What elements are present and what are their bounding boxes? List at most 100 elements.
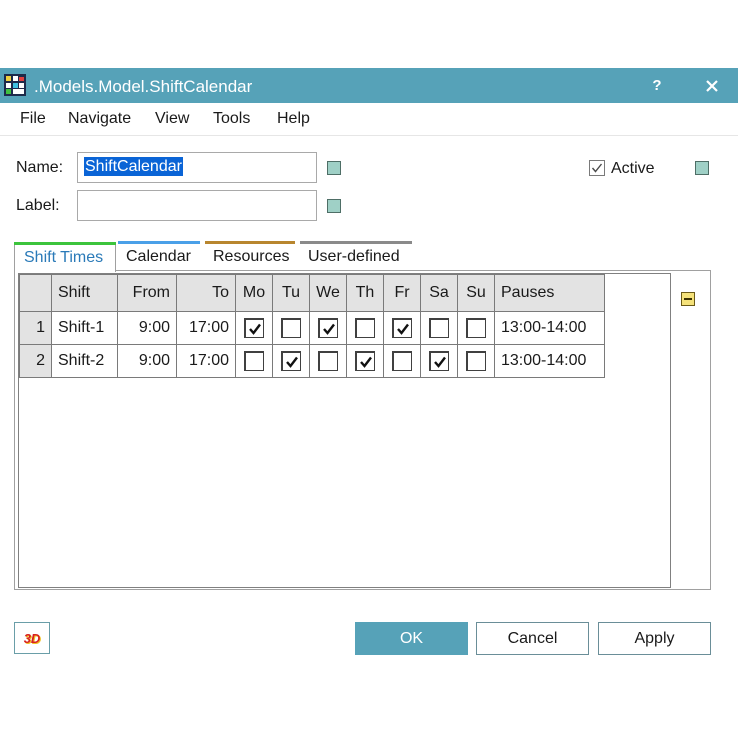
tab-color-bar: [14, 242, 116, 245]
sa-checkbox[interactable]: [429, 318, 449, 338]
to-cell[interactable]: 17:00: [176, 344, 236, 378]
to-cell[interactable]: 17:00: [176, 311, 236, 345]
day-cell-sa[interactable]: [420, 344, 458, 378]
day-cell-we[interactable]: [309, 311, 347, 345]
3d-icon: 3D: [23, 630, 41, 646]
day-cell-tu[interactable]: [272, 344, 310, 378]
column-header-mo[interactable]: Mo: [235, 274, 273, 312]
label-input[interactable]: [77, 190, 317, 221]
column-header-shift[interactable]: Shift: [51, 274, 118, 312]
active-edit-button[interactable]: [695, 161, 709, 175]
checkmark-icon: [360, 356, 372, 368]
day-cell-sa[interactable]: [420, 311, 458, 345]
table-row[interactable]: 2 Shift-2 9:00 17:00 13:00-14:00: [19, 344, 605, 378]
day-cell-tu[interactable]: [272, 311, 310, 345]
tab-color-bar: [118, 241, 200, 244]
column-header-pauses[interactable]: Pauses: [494, 274, 605, 312]
menu-navigate[interactable]: Navigate: [68, 110, 131, 128]
day-cell-fr[interactable]: [383, 344, 421, 378]
column-header-tu[interactable]: Tu: [272, 274, 310, 312]
active-label: Active: [611, 160, 655, 177]
tab-label: Shift Times: [24, 249, 104, 266]
checkmark-icon: [397, 323, 409, 335]
ok-button[interactable]: OK: [355, 622, 468, 655]
menu-tools[interactable]: Tools: [213, 110, 250, 128]
tab-color-bar: [300, 241, 412, 244]
close-icon: [706, 79, 718, 92]
menu-divider: [0, 135, 738, 136]
table-header-row: Shift From To Mo Tu We Th Fr Sa Su Pause…: [19, 274, 605, 312]
checkmark-icon: [591, 163, 603, 173]
column-header-we[interactable]: We: [309, 274, 347, 312]
menu-view[interactable]: View: [155, 110, 189, 128]
apply-button[interactable]: Apply: [598, 622, 711, 655]
from-cell[interactable]: 9:00: [117, 344, 177, 378]
tu-checkbox[interactable]: [281, 318, 301, 338]
su-checkbox[interactable]: [466, 351, 486, 371]
label-label: Label:: [16, 197, 60, 214]
name-value: ShiftCalendar: [84, 157, 183, 176]
fr-checkbox[interactable]: [392, 318, 412, 338]
tab-resources[interactable]: Resources: [205, 241, 295, 270]
table-row[interactable]: 1 Shift-1 9:00 17:00 13:00-14:00: [19, 311, 605, 345]
row-number-cell[interactable]: 1: [19, 311, 52, 345]
tab-color-bar: [205, 241, 295, 244]
day-cell-mo[interactable]: [235, 311, 273, 345]
window-title: .Models.Model.ShiftCalendar: [34, 77, 253, 96]
column-header-su[interactable]: Su: [457, 274, 495, 312]
su-checkbox[interactable]: [466, 318, 486, 338]
tab-user-defined[interactable]: User-defined: [300, 241, 412, 270]
checkmark-icon: [434, 356, 446, 368]
th-checkbox[interactable]: [355, 318, 375, 338]
tab-shift-times[interactable]: Shift Times: [14, 242, 116, 272]
shift-times-table: Shift From To Mo Tu We Th Fr Sa Su Pause…: [19, 274, 605, 378]
shift-cell[interactable]: Shift-2: [51, 344, 118, 378]
name-label: Name:: [16, 159, 64, 176]
active-checkbox[interactable]: [589, 160, 605, 176]
app-icon: [4, 74, 26, 96]
we-checkbox[interactable]: [318, 318, 338, 338]
name-edit-button[interactable]: [327, 161, 341, 175]
column-header-sa[interactable]: Sa: [420, 274, 458, 312]
menu-help[interactable]: Help: [277, 110, 310, 128]
column-header-to[interactable]: To: [176, 274, 236, 312]
label-edit-button[interactable]: [327, 199, 341, 213]
pauses-cell[interactable]: 13:00-14:00: [494, 311, 605, 345]
help-button[interactable]: ?: [640, 68, 674, 103]
day-cell-su[interactable]: [457, 344, 495, 378]
checkmark-icon: [323, 323, 335, 335]
row-number-cell[interactable]: 2: [19, 344, 52, 378]
day-cell-fr[interactable]: [383, 311, 421, 345]
name-input[interactable]: ShiftCalendar: [77, 152, 317, 183]
column-header-fr[interactable]: Fr: [383, 274, 421, 312]
we-checkbox[interactable]: [318, 351, 338, 371]
tab-label: User-defined: [308, 248, 400, 265]
close-button[interactable]: [694, 68, 730, 103]
mo-checkbox[interactable]: [244, 318, 264, 338]
shift-cell[interactable]: Shift-1: [51, 311, 118, 345]
tab-label: Calendar: [126, 248, 191, 265]
sa-checkbox[interactable]: [429, 351, 449, 371]
day-cell-th[interactable]: [346, 344, 384, 378]
column-header-th[interactable]: Th: [346, 274, 384, 312]
tab-calendar[interactable]: Calendar: [118, 241, 200, 270]
column-header-from[interactable]: From: [117, 274, 177, 312]
tab-label: Resources: [213, 248, 290, 265]
3d-button[interactable]: 3D: [14, 622, 50, 654]
tu-checkbox[interactable]: [281, 351, 301, 371]
fr-checkbox[interactable]: [392, 351, 412, 371]
day-cell-mo[interactable]: [235, 344, 273, 378]
day-cell-th[interactable]: [346, 311, 384, 345]
day-cell-we[interactable]: [309, 344, 347, 378]
mo-checkbox[interactable]: [244, 351, 264, 371]
th-checkbox[interactable]: [355, 351, 375, 371]
from-cell[interactable]: 9:00: [117, 311, 177, 345]
remove-row-button[interactable]: [681, 292, 695, 306]
day-cell-su[interactable]: [457, 311, 495, 345]
column-header-rownum: [19, 274, 52, 312]
pauses-cell[interactable]: 13:00-14:00: [494, 344, 605, 378]
menu-file[interactable]: File: [20, 110, 46, 128]
checkmark-icon: [286, 356, 298, 368]
cancel-button[interactable]: Cancel: [476, 622, 589, 655]
checkmark-icon: [249, 323, 261, 335]
